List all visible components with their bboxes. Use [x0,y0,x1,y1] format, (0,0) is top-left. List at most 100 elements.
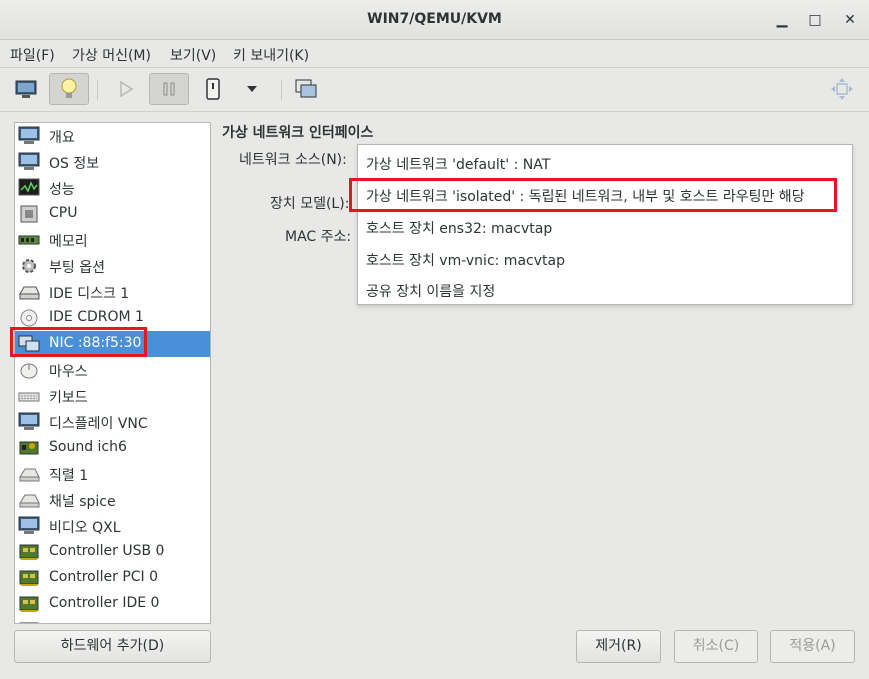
monitor-icon [18,516,40,534]
sidebar-item-channel-spice[interactable]: 채널 spice [15,487,210,513]
menu-vm[interactable]: 가상 머신(M) [72,45,151,65]
sidebar-item-label: 메모리 [49,234,88,250]
controller-icon [19,622,39,623]
snapshot-icon [295,79,317,98]
sidebar-item-label: Sound ich6 [49,439,127,455]
close-button[interactable]: ✕ [840,10,860,30]
serial-icon [19,468,40,482]
cdrom-icon [20,309,38,327]
highlight-annotation-nic [10,327,147,357]
sidebar-item-label: OS 정보 [49,156,100,172]
sidebar-item-cpu[interactable]: CPU [15,201,210,227]
pause-button[interactable] [149,73,189,105]
sidebar-item-label: 직렬 1 [49,468,89,484]
device-model-label: 장치 모델(L): [270,196,350,212]
sidebar-item-label: 비디오 QXL [49,520,121,536]
gear-icon [22,259,36,273]
pause-icon [163,82,175,96]
dropdown-option-vm-vnic-macvtap[interactable]: 호스트 장치 vm-vnic: macvtap [366,250,565,270]
console-button[interactable] [6,73,46,105]
play-icon [120,80,134,98]
network-source-label: 네트워크 소스(N): [239,152,347,168]
shutdown-button[interactable] [193,73,233,105]
window-title: WIN7/QEMU/KVM [367,11,502,27]
fullscreen-icon [831,78,853,100]
apply-button[interactable]: 적용(A) [770,630,855,663]
menu-bar: 파일(F) 가상 머신(M) 보기(V) 키 보내기(K) [0,40,869,68]
sidebar-item-label: 부팅 옵션 [49,260,105,276]
sidebar-item-ide-disk[interactable]: IDE 디스크 1 [15,279,210,305]
controller-icon [19,596,39,612]
sidebar-item-label: 성능 [49,182,75,198]
cancel-button[interactable]: 취소(C) [674,630,758,663]
keyboard-icon [18,392,40,402]
run-button[interactable] [106,73,146,105]
sidebar-item-label: IDE CDROM 1 [49,309,144,325]
sidebar-item-serial[interactable]: 직렬 1 [15,461,210,487]
title-bar: WIN7/QEMU/KVM ▁ □ ✕ [0,0,869,40]
remove-button[interactable]: 제거(R) [576,630,661,663]
monitor-icon [18,152,40,170]
fullscreen-button[interactable] [822,73,862,105]
sidebar-item-overview[interactable]: 개요 [15,123,210,149]
controller-icon [19,544,39,560]
performance-icon [18,178,40,196]
menu-send-key[interactable]: 키 보내기(K) [233,45,309,65]
chevron-down-icon [247,86,257,92]
hardware-list[interactable]: 개요 OS 정보 성능 CPU 메모리 부팅 옵션 IDE 디스크 1 IDE … [14,122,211,624]
dropdown-option-default-nat[interactable]: 가상 네트워크 'default' : NAT [366,154,550,174]
add-hardware-button[interactable]: 하드웨어 추가(D) [14,630,211,663]
sidebar-item-label: CPU [49,205,78,221]
sidebar-item-partial[interactable] [15,617,210,623]
sidebar-item-memory[interactable]: 메모리 [15,227,210,253]
toolbar-separator [281,80,282,100]
sidebar-item-os-info[interactable]: OS 정보 [15,149,210,175]
toolbar [0,68,869,112]
page-title: 가상 네트워크 인터페이스 [222,125,374,141]
sidebar-item-performance[interactable]: 성능 [15,175,210,201]
sidebar-item-label: 디스플레이 VNC [49,416,148,432]
sidebar-item-label: 개요 [49,130,75,146]
sidebar-item-video-qxl[interactable]: 비디오 QXL [15,513,210,539]
dropdown-option-ens32-macvtap[interactable]: 호스트 장치 ens32: macvtap [366,218,552,238]
sidebar-item-label: Controller IDE 0 [49,595,160,611]
sidebar-item-label: IDE 디스크 1 [49,286,130,302]
mac-address-label: MAC 주소: [285,229,352,245]
menu-file[interactable]: 파일(F) [10,45,55,65]
menu-view[interactable]: 보기(V) [170,45,216,65]
sidebar-item-sound[interactable]: Sound ich6 [15,435,210,461]
sidebar-item-label: 채널 spice [49,494,116,510]
highlight-annotation-isolated [349,178,837,212]
lightbulb-icon [61,78,77,98]
sidebar-item-controller-ide[interactable]: Controller IDE 0 [15,591,210,617]
sidebar-item-mouse[interactable]: 마우스 [15,357,210,383]
monitor-icon [18,412,40,430]
controller-icon [19,570,39,586]
sidebar-item-boot-options[interactable]: 부팅 옵션 [15,253,210,279]
sidebar-item-controller-usb[interactable]: Controller USB 0 [15,539,210,565]
cpu-icon [20,205,38,223]
snapshot-button[interactable] [286,73,326,105]
network-source-dropdown-list[interactable]: 가상 네트워크 'default' : NAT 가상 네트워크 'isolate… [357,144,853,305]
sidebar-item-keyboard[interactable]: 키보드 [15,383,210,409]
sidebar-item-label: Controller USB 0 [49,543,165,559]
minimize-button[interactable]: ▁ [772,10,792,30]
sidebar-item-label: 마우스 [49,364,88,380]
sound-icon [19,441,39,455]
mouse-icon [20,363,38,379]
serial-icon [19,494,40,508]
sidebar-item-label: Controller PCI 0 [49,569,159,585]
toolbar-separator [97,80,98,100]
dropdown-option-shared-device[interactable]: 공유 장치 이름을 지정 [366,281,495,301]
sidebar-item-label: 키보드 [49,390,88,406]
maximize-button[interactable]: □ [805,10,825,30]
memory-icon [18,235,40,245]
power-icon [206,78,220,100]
details-button[interactable] [49,73,89,105]
disk-icon [19,286,40,300]
monitor-icon [18,126,40,144]
monitor-icon [15,80,37,98]
sidebar-item-controller-pci[interactable]: Controller PCI 0 [15,565,210,591]
sidebar-item-display-vnc[interactable]: 디스플레이 VNC [15,409,210,435]
shutdown-menu-button[interactable] [232,73,272,105]
